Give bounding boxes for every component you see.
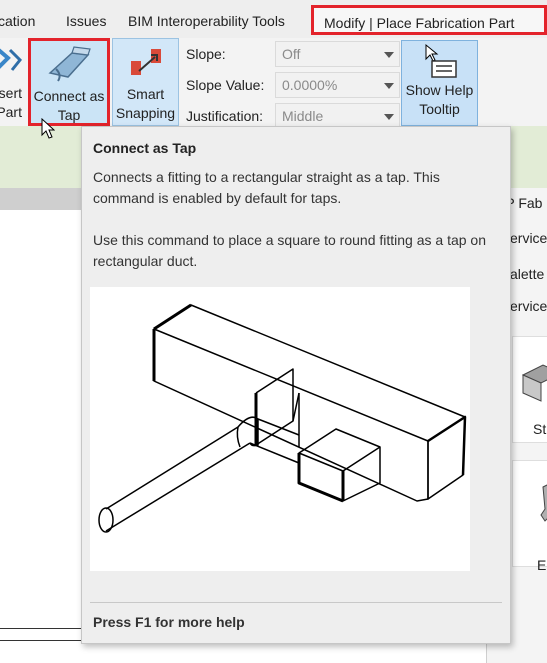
part-tile-elbow[interactable]: E — [512, 460, 547, 573]
tooltip-separator — [90, 602, 502, 603]
dropdown-arrow-icon — [384, 52, 394, 58]
canvas-line — [0, 640, 82, 641]
show-help-tooltip-label-2: Tooltip — [419, 101, 460, 117]
tooltip-illustration — [90, 287, 470, 571]
ribbon-tab-bar: cation Issues BIM Interoperability Tools… — [0, 0, 547, 39]
tab-modify-place-fabrication-part[interactable]: Modify | Place Fabrication Part — [311, 5, 547, 35]
elbow-duct-icon — [540, 484, 547, 522]
smart-snapping-button[interactable]: Smart Snapping — [112, 38, 179, 126]
slope-value-value: 0.0000% — [282, 77, 338, 93]
panel-palettes-label: alette — [510, 266, 545, 282]
tab-issues[interactable]: Issues — [66, 13, 106, 29]
tab-bim-interoperability-tools[interactable]: BIM Interoperability Tools — [128, 13, 285, 29]
show-help-tooltip-label-1: Show Help — [405, 82, 474, 98]
slope-dropdown[interactable]: Off — [275, 41, 400, 67]
show-help-tooltip-icon — [425, 43, 457, 78]
dropdown-arrow-icon — [384, 114, 394, 120]
insert-part-label-2: Part — [0, 104, 22, 120]
panel-service-dropdown[interactable]: ervice — [510, 298, 547, 314]
panel-service-label: ervice — [510, 230, 547, 246]
smart-snapping-label-1: Smart — [126, 86, 165, 102]
rectangular-duct-tap-illustration — [98, 303, 467, 533]
tooltip-description-1: Connects a fitting to a rectangular stra… — [93, 169, 440, 206]
dropdown-arrow-icon — [384, 83, 394, 89]
tooltip-description-2: Use this command to place a square to ro… — [93, 232, 487, 269]
justification-label: Justification: — [186, 108, 264, 124]
straight-duct-icon — [521, 364, 547, 402]
insert-part-button[interactable]: sert Part — [0, 38, 24, 126]
smart-snapping-icon — [130, 49, 161, 75]
slope-value-label: Slope Value: — [186, 77, 265, 93]
tab-fabrication[interactable]: cation — [0, 13, 35, 29]
connect-as-tap-button[interactable]: Connect as Tap — [28, 38, 110, 126]
part-tile-straight-label: Str — [533, 421, 547, 437]
tooltip-title: Connect as Tap — [93, 140, 197, 156]
part-tile-straight[interactable]: Str — [512, 336, 547, 443]
part-tile-elbow-label: E — [537, 557, 547, 573]
slope-label: Slope: — [186, 46, 226, 62]
mouse-cursor-icon — [41, 118, 55, 139]
connect-as-tap-tooltip: Connect as Tap Connects a fitting to a r… — [81, 126, 511, 644]
show-help-tooltip-button[interactable]: Show Help Tooltip — [401, 40, 478, 126]
connect-as-tap-label-1: Connect as — [33, 88, 105, 104]
canvas-line — [0, 628, 82, 629]
connect-as-tap-icon — [48, 46, 91, 82]
smart-snapping-label-2: Snapping — [115, 105, 176, 121]
tooltip-footer: Press F1 for more help — [93, 614, 245, 630]
insert-part-label-1: sert — [0, 85, 22, 101]
slope-value: Off — [282, 46, 301, 62]
insert-part-icon — [0, 48, 23, 71]
slope-value-dropdown[interactable]: 0.0000% — [275, 72, 400, 98]
justification-value: Middle — [282, 108, 324, 124]
